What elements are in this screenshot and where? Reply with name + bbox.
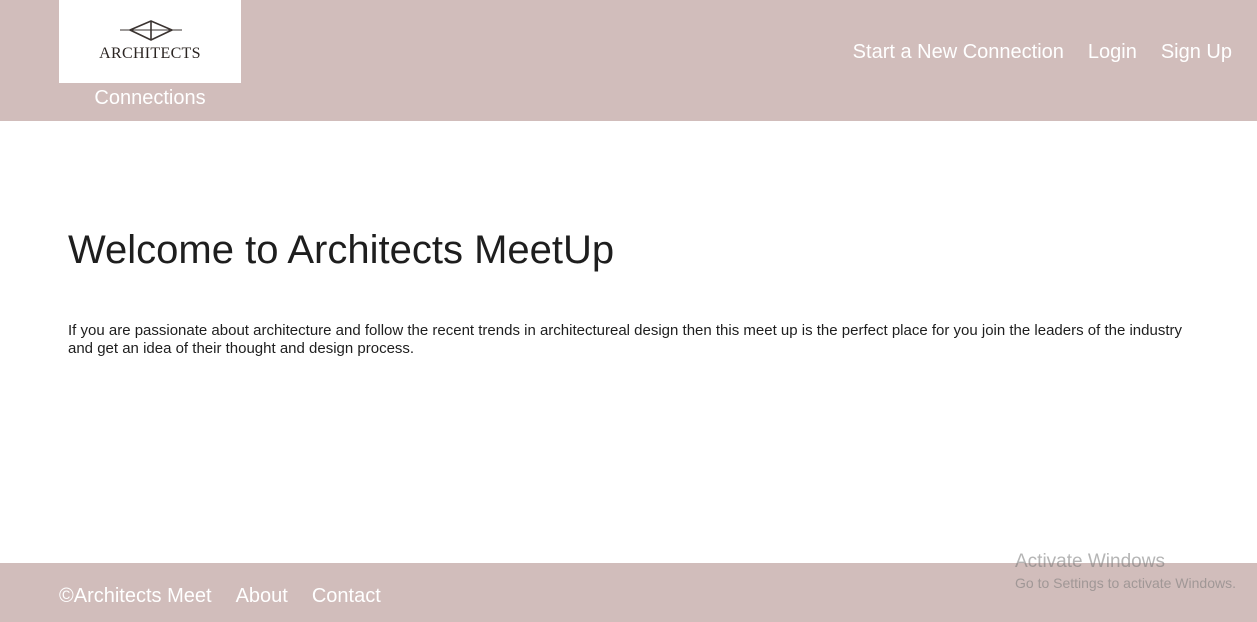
main-nav: Start a New Connection Login Sign Up bbox=[853, 41, 1232, 64]
nav-sign-up[interactable]: Sign Up bbox=[1161, 41, 1232, 64]
architects-logo-icon bbox=[120, 20, 182, 41]
footer-copyright: ©Architects Meet bbox=[59, 585, 212, 607]
footer-about-link[interactable]: About bbox=[236, 585, 288, 608]
logo[interactable]: ARCHITECTS bbox=[59, 0, 241, 83]
watermark-title: Activate Windows bbox=[1015, 551, 1165, 572]
footer-links: ©Architects Meet About Contact bbox=[59, 585, 381, 608]
footer-contact-link[interactable]: Contact bbox=[312, 585, 381, 608]
nav-start-new-connection[interactable]: Start a New Connection bbox=[853, 41, 1064, 64]
watermark-subtitle: Go to Settings to activate Windows. bbox=[1015, 575, 1236, 591]
site-name-link[interactable]: Connections bbox=[59, 87, 241, 110]
site-header: ARCHITECTS Connections Start a New Conne… bbox=[0, 0, 1257, 121]
main-content: Welcome to Architects MeetUp If you are … bbox=[68, 228, 1188, 358]
logo-text: ARCHITECTS bbox=[99, 45, 201, 62]
intro-paragraph: If you are passionate about architecture… bbox=[68, 322, 1182, 357]
page-title: Welcome to Architects MeetUp bbox=[68, 228, 615, 272]
activate-windows-watermark: Activate Windows Go to Settings to activ… bbox=[1015, 551, 1236, 593]
nav-login[interactable]: Login bbox=[1088, 41, 1137, 64]
